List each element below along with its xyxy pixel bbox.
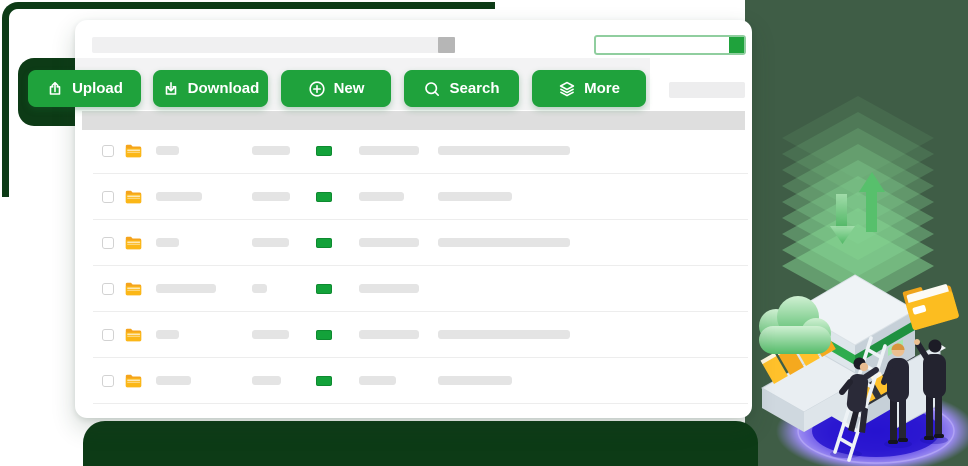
- folder-icon: [125, 328, 142, 342]
- file-detail-placeholder: [359, 376, 396, 385]
- status-badge: [316, 146, 332, 156]
- more-button-label: More: [584, 80, 620, 97]
- decor-bottom-bar: [83, 421, 758, 466]
- file-extra-placeholder: [438, 330, 570, 339]
- row-checkbox[interactable]: [102, 191, 114, 203]
- download-button-label: Download: [187, 80, 260, 97]
- download-icon: [165, 81, 176, 95]
- row-divider: [93, 403, 748, 404]
- folder-icon: [125, 282, 142, 296]
- file-detail-placeholder: [359, 146, 419, 155]
- row-checkbox[interactable]: [102, 329, 114, 341]
- more-button[interactable]: More: [532, 70, 646, 107]
- upload-button-label: Upload: [72, 80, 123, 97]
- status-badge: [316, 330, 332, 340]
- file-detail-placeholder: [359, 192, 404, 201]
- plus-circle-icon: [308, 80, 325, 97]
- upload-button[interactable]: Upload: [28, 70, 141, 107]
- illustration: [759, 96, 968, 466]
- file-size-placeholder: [252, 284, 267, 293]
- table-row[interactable]: [75, 358, 752, 404]
- file-name-placeholder: [156, 376, 191, 385]
- download-button[interactable]: Download: [153, 70, 268, 107]
- row-checkbox[interactable]: [102, 283, 114, 295]
- new-button[interactable]: New: [281, 70, 391, 107]
- status-badge: [316, 376, 332, 386]
- row-checkbox[interactable]: [102, 145, 114, 157]
- file-extra-placeholder: [438, 192, 512, 201]
- table-row[interactable]: [75, 312, 752, 358]
- table-row[interactable]: [75, 174, 752, 220]
- file-extra-placeholder: [438, 146, 570, 155]
- file-size-placeholder: [252, 330, 289, 339]
- search-icon: [425, 81, 440, 96]
- file-size-placeholder: [252, 376, 281, 385]
- hero-banner: Upload Download New Search More: [0, 0, 968, 466]
- table-row[interactable]: [75, 128, 752, 174]
- status-badge: [316, 284, 332, 294]
- file-name-placeholder: [156, 146, 179, 155]
- file-detail-placeholder: [359, 330, 419, 339]
- folder-icon: [125, 144, 142, 158]
- folder-icon: [125, 190, 142, 204]
- row-checkbox[interactable]: [102, 237, 114, 249]
- search-button-label: Search: [449, 80, 500, 97]
- file-extra-placeholder: [438, 238, 570, 247]
- status-badge: [316, 238, 332, 248]
- search-button[interactable]: Search: [404, 70, 519, 107]
- table-row[interactable]: [75, 266, 752, 312]
- file-name-placeholder: [156, 330, 179, 339]
- layers-icon: [559, 81, 575, 96]
- folder-icon: [125, 236, 142, 250]
- file-detail-placeholder: [359, 284, 419, 293]
- row-checkbox[interactable]: [102, 375, 114, 387]
- file-extra-placeholder: [438, 376, 512, 385]
- file-detail-placeholder: [359, 238, 419, 247]
- new-button-label: New: [333, 80, 365, 97]
- file-size-placeholder: [252, 238, 289, 247]
- folder-icon: [125, 374, 142, 388]
- file-name-placeholder: [156, 192, 202, 201]
- file-name-placeholder: [156, 284, 216, 293]
- file-size-placeholder: [252, 146, 290, 155]
- status-badge: [316, 192, 332, 202]
- file-size-placeholder: [252, 192, 290, 201]
- table-row[interactable]: [75, 220, 752, 266]
- upload-icon: [49, 81, 61, 95]
- file-name-placeholder: [156, 238, 179, 247]
